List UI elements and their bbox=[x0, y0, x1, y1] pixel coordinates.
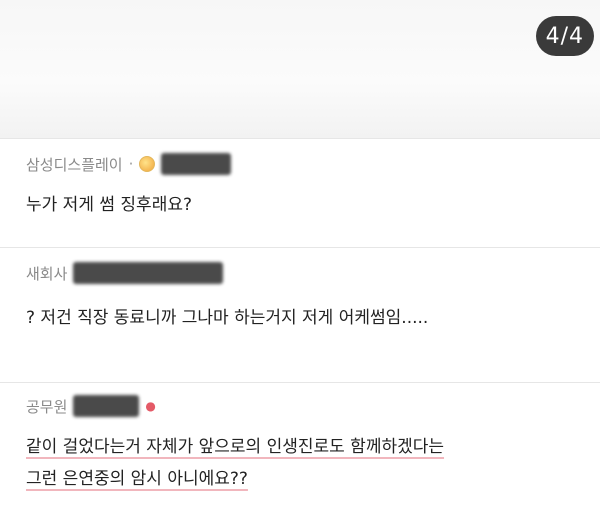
redacted-username bbox=[73, 262, 224, 284]
comment-line: 같이 걸었다는거 자체가 앞으로의 인생진로도 함께하겠다는 bbox=[26, 437, 445, 457]
badge-icon bbox=[139, 156, 156, 172]
red-dot-icon: ● bbox=[145, 399, 156, 413]
blurred-header-area bbox=[0, 0, 600, 138]
comment-line: 누가 저게 썸 징후래요? bbox=[26, 195, 192, 215]
meta-separator: · bbox=[128, 155, 134, 173]
comment-line: 그런 은연중의 암시 아니에요?? bbox=[26, 469, 248, 489]
image-counter: 4/4 bbox=[535, 16, 594, 56]
comment-meta: 새회사 bbox=[26, 262, 224, 284]
comment-meta: 삼성디스플레이 · bbox=[26, 153, 232, 175]
comment-list: 삼성디스플레이 · 누가 저게 썸 징후래요? 새회사 ? 저건 직장 동료니까… bbox=[0, 138, 600, 529]
comment-author[interactable]: 새회사 bbox=[26, 263, 67, 284]
comment-item: 공무원 ● 같이 걸었다는거 자체가 앞으로의 인생진로도 함께하겠다는 그런 … bbox=[0, 382, 600, 529]
redacted-username bbox=[161, 153, 232, 175]
comment-text: ? 저건 직장 동료니까 그나마 하는거지 저게 어케썸임..... bbox=[26, 302, 580, 334]
redacted-username bbox=[73, 395, 140, 417]
comment-text: 누가 저게 썸 징후래요? bbox=[26, 189, 580, 221]
comment-item: 새회사 ? 저건 직장 동료니까 그나마 하는거지 저게 어케썸임..... bbox=[0, 247, 600, 382]
comment-item: 삼성디스플레이 · 누가 저게 썸 징후래요? bbox=[0, 138, 600, 247]
comment-line: ? 저건 직장 동료니까 그나마 하는거지 저게 어케썸임..... bbox=[26, 308, 429, 328]
comment-author[interactable]: 삼성디스플레이 bbox=[26, 154, 123, 175]
comment-meta: 공무원 ● bbox=[26, 395, 156, 417]
comment-author[interactable]: 공무원 bbox=[26, 396, 67, 417]
comment-text: 같이 걸었다는거 자체가 앞으로의 인생진로도 함께하겠다는 그런 은연중의 암… bbox=[26, 431, 580, 495]
